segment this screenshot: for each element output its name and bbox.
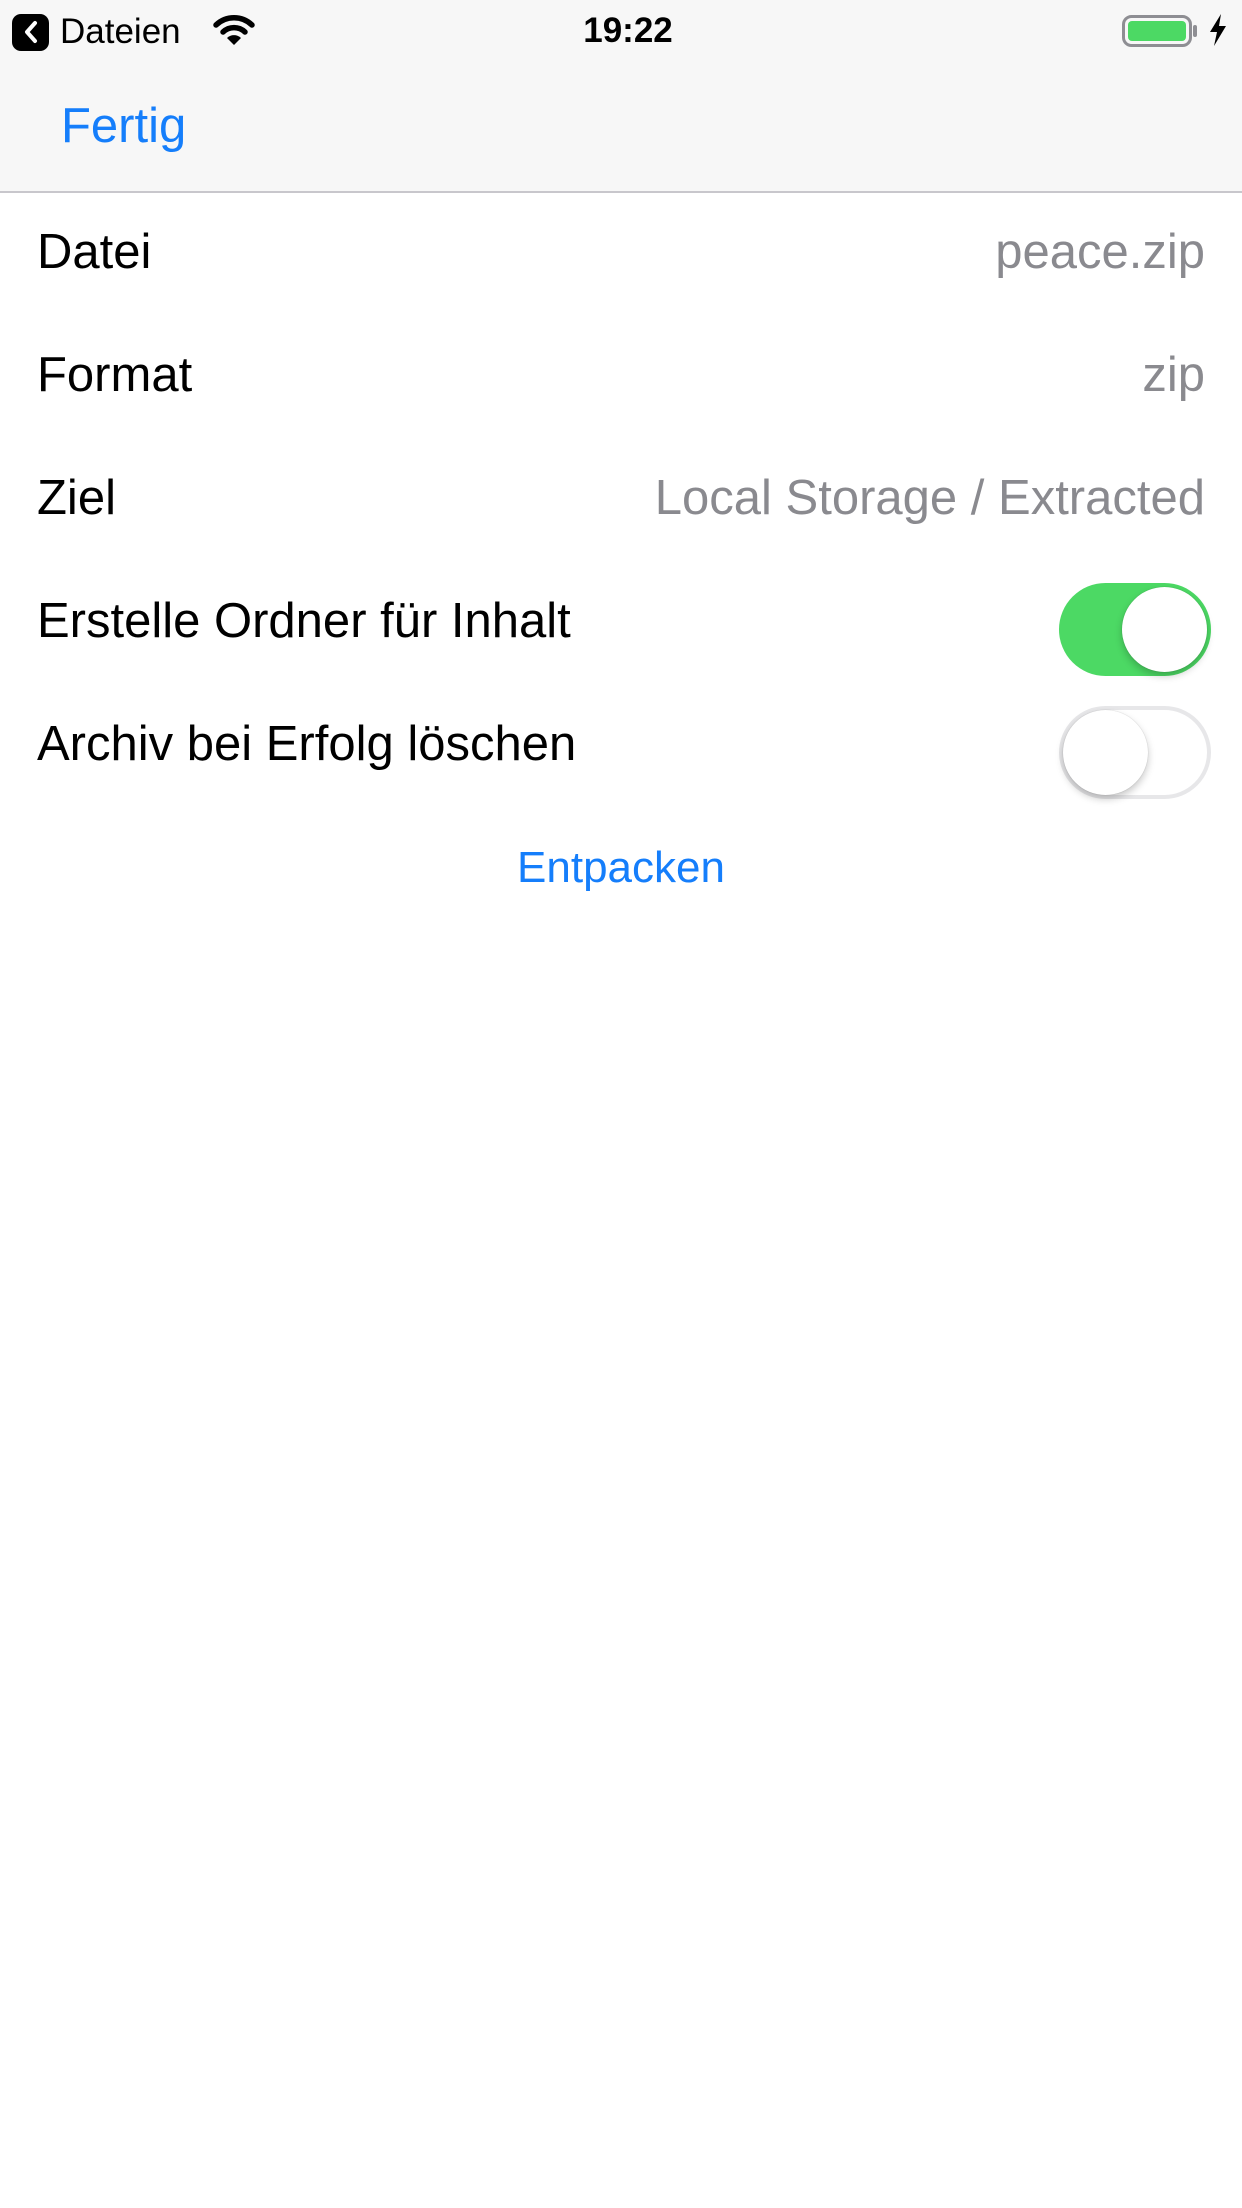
format-row: Format zip <box>0 314 1242 437</box>
create-folder-label: Erstelle Ordner für Inhalt <box>37 594 571 648</box>
charging-bolt-icon <box>1208 13 1228 52</box>
create-folder-row: Erstelle Ordner für Inhalt <box>0 560 1242 683</box>
status-bar: Dateien 19:22 <box>0 0 1242 62</box>
create-folder-toggle[interactable] <box>1059 583 1211 676</box>
file-row: Datei peace.zip <box>0 191 1242 314</box>
toggle-knob <box>1063 710 1148 795</box>
format-value: zip <box>1142 348 1205 402</box>
target-row[interactable]: Ziel Local Storage / Extracted <box>0 437 1242 560</box>
toggle-knob <box>1122 587 1207 672</box>
target-value: Local Storage / Extracted <box>654 471 1205 525</box>
extract-button[interactable]: Entpacken <box>0 806 1242 929</box>
navigation-bar: Fertig <box>0 62 1242 193</box>
done-button[interactable]: Fertig <box>61 98 186 154</box>
file-label: Datei <box>37 225 152 279</box>
file-value: peace.zip <box>995 225 1205 279</box>
delete-archive-toggle[interactable] <box>1059 706 1211 799</box>
status-time: 19:22 <box>583 11 673 50</box>
delete-archive-label: Archiv bei Erfolg löschen <box>37 717 577 771</box>
format-label: Format <box>37 348 193 402</box>
target-label: Ziel <box>37 471 116 525</box>
battery-icon <box>1122 13 1198 54</box>
delete-archive-row: Archiv bei Erfolg löschen <box>0 683 1242 806</box>
